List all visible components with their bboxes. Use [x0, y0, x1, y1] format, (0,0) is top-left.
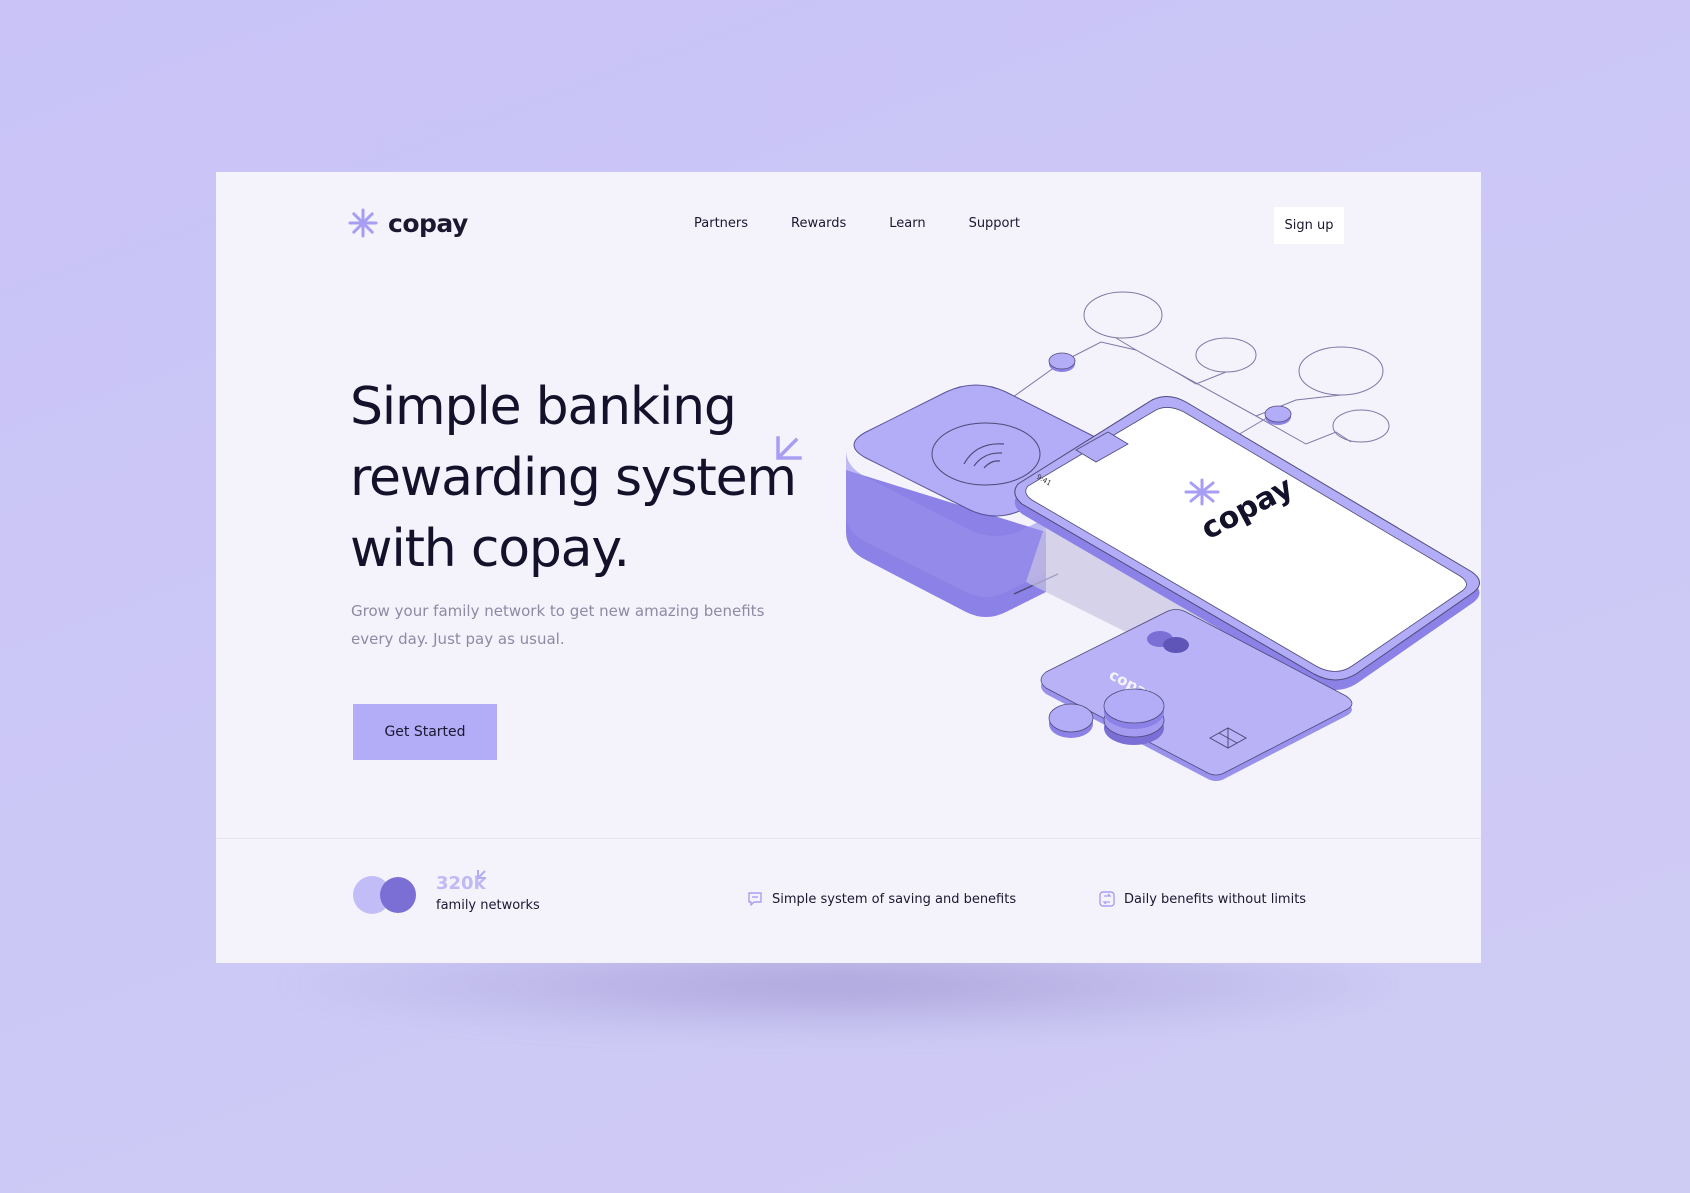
landing-card: copay Partners Rewards Learn Support Sig…: [216, 172, 1481, 963]
arrow-down-left-icon: [776, 436, 802, 460]
hero-title-line-3: with copay.: [350, 519, 630, 579]
nav-item-partners[interactable]: Partners: [694, 216, 748, 231]
hero-title: Simple banking rewarding system with cop…: [350, 372, 850, 585]
main-nav: Partners Rewards Learn Support: [694, 216, 1063, 231]
network-node-ellipse: [1083, 291, 1163, 339]
hero-subtitle: Grow your family network to get new amaz…: [351, 602, 765, 648]
signup-button[interactable]: Sign up: [1274, 207, 1344, 244]
coin: [1048, 703, 1094, 738]
hero-title-line-1: Simple banking: [350, 377, 737, 437]
logo-text: copay: [388, 208, 468, 238]
feature-item-saving: Simple system of saving and benefits: [746, 890, 1016, 908]
network-coin: [1048, 352, 1076, 372]
avatar-dot-dark: [380, 877, 416, 913]
network-node-ellipse: [1332, 409, 1390, 443]
spark-icon: [477, 870, 486, 879]
hero-illustration: 9:41 copay copay: [846, 291, 1480, 781]
network-coin: [1264, 405, 1292, 425]
chat-bubble-icon: [748, 892, 762, 906]
network-node-ellipse: [1298, 346, 1384, 396]
logo[interactable]: copay: [348, 208, 468, 238]
feature-item-daily: Daily benefits without limits: [1098, 890, 1306, 908]
nav-item-learn[interactable]: Learn: [889, 216, 925, 231]
transfer-icon: [1099, 891, 1115, 907]
coin-stack: [1103, 688, 1165, 745]
network-node-ellipse: [1195, 337, 1257, 373]
feature-label: Daily benefits without limits: [1124, 891, 1307, 907]
feature-label: Simple system of saving and benefits: [772, 891, 1017, 907]
stat-label: family networks: [436, 898, 540, 913]
asterisk-icon: [348, 208, 378, 238]
nav-item-rewards[interactable]: Rewards: [791, 216, 846, 231]
get-started-button[interactable]: Get Started: [353, 704, 497, 760]
phone-asterisk-icon: [1184, 478, 1220, 506]
nav-item-support[interactable]: Support: [969, 216, 1020, 231]
network-avatars: [353, 876, 417, 914]
hero-title-line-2: rewarding system: [350, 448, 797, 508]
divider: [216, 838, 1481, 839]
